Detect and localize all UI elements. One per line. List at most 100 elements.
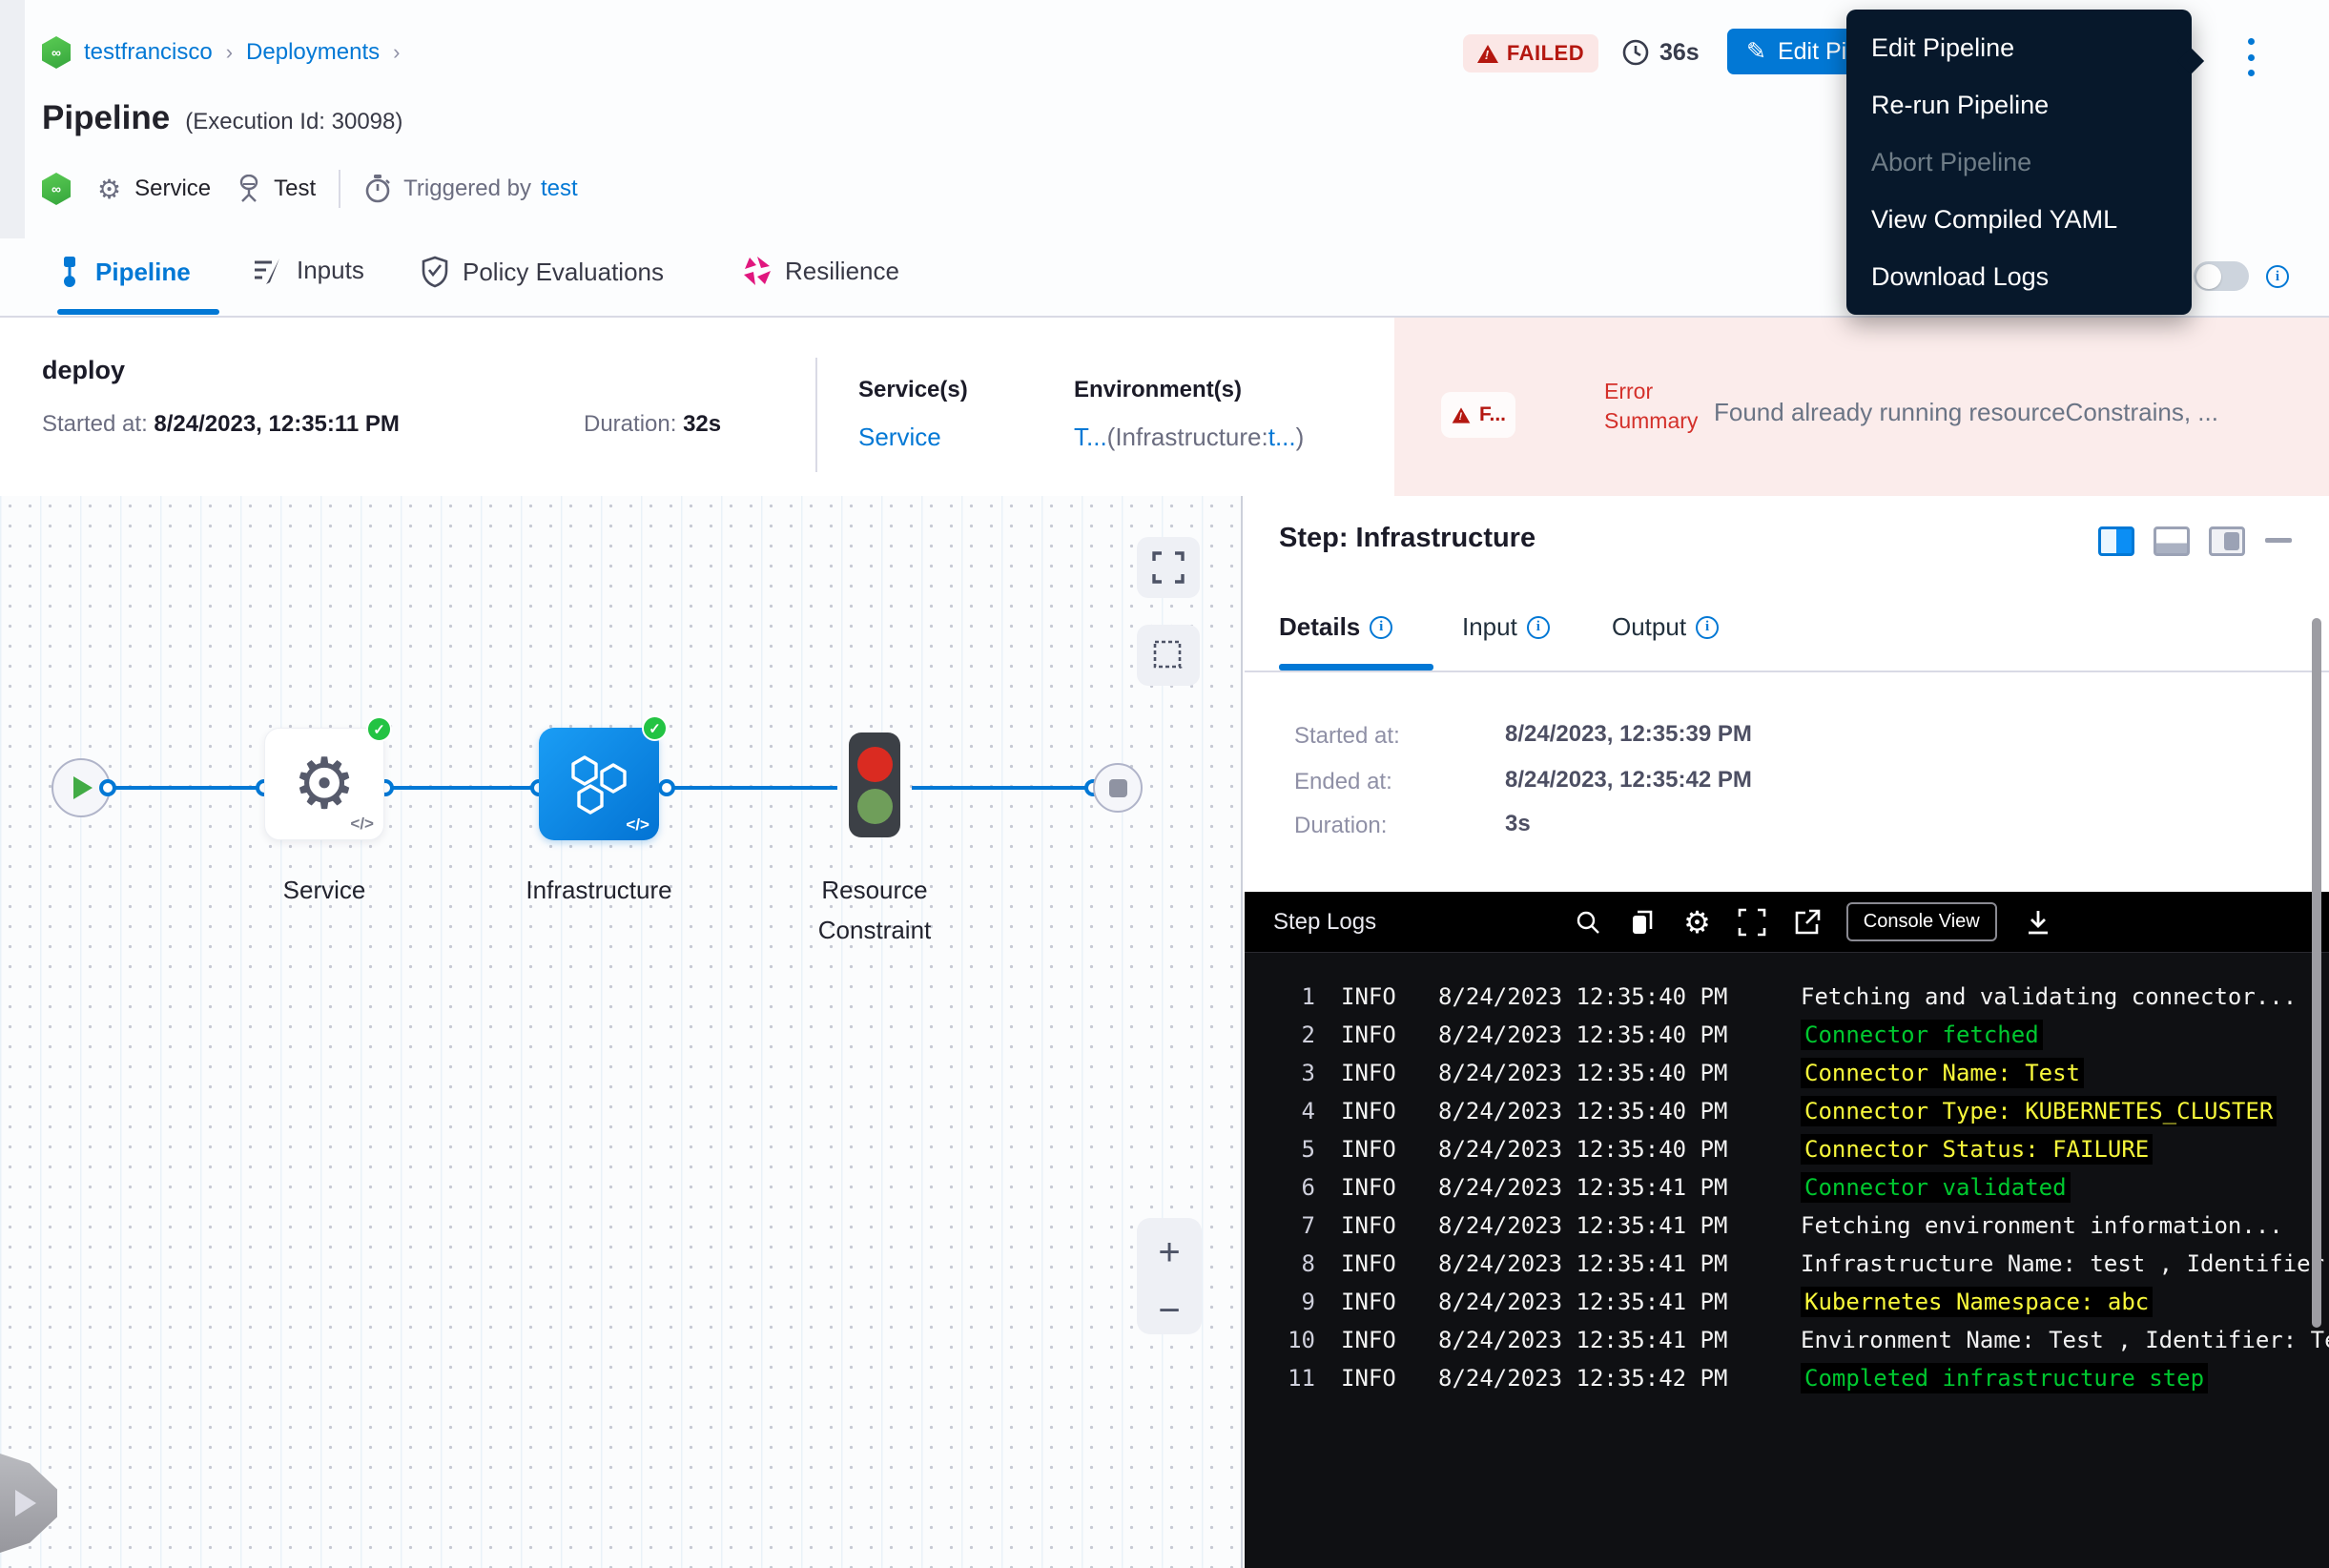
play-icon xyxy=(73,776,93,799)
menu-item-view-compiled-yaml[interactable]: View Compiled YAML xyxy=(1846,191,2192,248)
log-level: INFO xyxy=(1341,1098,1404,1124)
environment-infix: (Infrastructure: xyxy=(1107,423,1268,451)
log-message: Environment Name: Test , Identifier: Te xyxy=(1801,1327,2329,1353)
test-name[interactable]: Test xyxy=(274,175,316,202)
info-icon[interactable]: i xyxy=(1370,616,1392,639)
log-message: Connector validated xyxy=(1801,1172,2071,1203)
log-line: 4INFO8/24/2023 12:35:40 PMConnector Type… xyxy=(1245,1092,2329,1130)
minimize-panel-button[interactable] xyxy=(2265,538,2292,543)
log-line: 5INFO8/24/2023 12:35:40 PMConnector Stat… xyxy=(1245,1130,2329,1168)
tab-output-label: Output xyxy=(1612,612,1686,642)
log-fullscreen-button[interactable] xyxy=(1738,908,1766,937)
edge-service-infra xyxy=(385,786,539,790)
service-name[interactable]: Service xyxy=(134,175,211,202)
stop-icon xyxy=(1109,779,1127,797)
tab-pipeline[interactable]: Pipeline xyxy=(57,256,191,288)
tab-inputs-label: Inputs xyxy=(297,256,364,285)
step-logs-header: Step Logs ⚙ Console View xyxy=(1245,892,2329,953)
log-line: 3INFO8/24/2023 12:35:40 PMConnector Name… xyxy=(1245,1054,2329,1092)
step-panel-title: Step: Infrastructure xyxy=(1279,523,1535,554)
hexagons-icon xyxy=(562,750,636,818)
breadcrumb-deployments-link[interactable]: Deployments xyxy=(246,39,380,66)
canvas-fullscreen-button[interactable] xyxy=(1137,537,1200,598)
gear-icon: ⚙ xyxy=(293,749,356,819)
debug-mode-toggle[interactable] xyxy=(2194,261,2249,291)
tab-inputs[interactable]: Inputs xyxy=(253,256,364,285)
resource-constraint-node[interactable] xyxy=(849,732,900,837)
service-step-node[interactable]: ⚙ </> ✓ xyxy=(264,728,384,840)
log-timestamp: 8/24/2023 12:35:40 PM xyxy=(1438,983,1734,1010)
started-at-value: 8/24/2023, 12:35:39 PM xyxy=(1505,721,1752,748)
step-logs-console[interactable]: 1INFO8/24/2023 12:35:40 PMFetching and v… xyxy=(1245,953,2329,1568)
breadcrumb: ∞ testfrancisco › Deployments › xyxy=(42,36,400,69)
elapsed-time-value: 36s xyxy=(1659,39,1700,67)
triggered-by-user-link[interactable]: test xyxy=(541,175,578,202)
info-icon[interactable]: i xyxy=(1527,616,1550,639)
error-summary-label: Error Summary xyxy=(1604,377,1709,436)
log-line-number: 5 xyxy=(1245,1136,1315,1163)
success-check-badge: ✓ xyxy=(366,716,392,742)
service-link[interactable]: Service xyxy=(858,423,941,452)
canvas-select-region-button[interactable] xyxy=(1137,625,1200,686)
infrastructure-step-node[interactable]: </> ✓ xyxy=(539,728,659,840)
log-level: INFO xyxy=(1341,1289,1404,1315)
harness-module-icon: ∞ xyxy=(42,173,71,205)
tab-details[interactable]: Details i xyxy=(1279,612,1392,642)
tab-resilience[interactable]: Resilience xyxy=(743,256,899,286)
pipeline-graph-canvas[interactable]: ⚙ </> ✓ </> ✓ Service Infrastructure Res… xyxy=(0,496,1243,1568)
menu-item-edit-pipeline[interactable]: Edit Pipeline xyxy=(1846,19,2192,76)
green-light-icon xyxy=(857,789,893,824)
log-timestamp: 8/24/2023 12:35:41 PM xyxy=(1438,1289,1734,1315)
layout-floating-button[interactable] xyxy=(2209,526,2245,556)
breadcrumb-account-link[interactable]: testfrancisco xyxy=(84,39,213,66)
panel-scrollbar[interactable] xyxy=(2312,618,2321,1328)
info-icon[interactable]: i xyxy=(2266,265,2289,288)
pipeline-end-node[interactable] xyxy=(1093,763,1143,813)
info-icon[interactable]: i xyxy=(1696,616,1719,639)
environment-value: T...(Infrastructure:t...) xyxy=(1074,423,1304,452)
tab-policy-evaluations-label: Policy Evaluations xyxy=(463,258,664,287)
gear-icon: ⚙ xyxy=(97,174,121,205)
error-summary-text: Found already running resourceConstrains… xyxy=(1714,398,2296,427)
console-view-button[interactable]: Console View xyxy=(1846,902,1997,941)
log-timestamp: 8/24/2023 12:35:42 PM xyxy=(1438,1365,1734,1392)
menu-item-rerun-pipeline[interactable]: Re-run Pipeline xyxy=(1846,76,2192,134)
log-open-external-button[interactable] xyxy=(1793,908,1822,937)
log-download-button[interactable] xyxy=(2024,908,2052,937)
error-summary-band: F... Error Summary Found already running… xyxy=(1394,318,2329,496)
menu-item-download-logs[interactable]: Download Logs xyxy=(1846,248,2192,305)
edge-resource-end xyxy=(912,786,1093,790)
duration-value: 3s xyxy=(1505,811,1531,837)
log-level: INFO xyxy=(1341,1174,1404,1201)
tab-resilience-label: Resilience xyxy=(785,257,899,286)
stage-started-label: Started at: xyxy=(42,411,148,437)
infrastructure-link[interactable]: t... xyxy=(1268,423,1296,451)
status-badge-label: FAILED xyxy=(1507,41,1584,66)
layout-bottom-split-button[interactable] xyxy=(2154,526,2190,556)
log-message: Kubernetes Namespace: abc xyxy=(1801,1287,2153,1317)
canvas-zoom-controls: + − xyxy=(1137,1218,1202,1334)
tab-details-label: Details xyxy=(1279,612,1360,642)
tab-output[interactable]: Output i xyxy=(1612,612,1719,642)
success-check-badge: ✓ xyxy=(642,715,668,741)
page-title: Pipeline xyxy=(42,99,170,137)
layout-right-split-button[interactable] xyxy=(2098,526,2134,556)
environment-link[interactable]: T... xyxy=(1074,423,1107,451)
log-line-number: 2 xyxy=(1245,1021,1315,1048)
log-search-button[interactable] xyxy=(1575,909,1601,936)
tab-policy-evaluations[interactable]: Policy Evaluations xyxy=(421,256,664,288)
more-options-kebab-menu[interactable] xyxy=(2241,38,2260,76)
zoom-in-button[interactable]: + xyxy=(1158,1235,1180,1269)
log-line: 11INFO8/24/2023 12:35:42 PMCompleted inf… xyxy=(1245,1359,2329,1397)
clock-icon xyxy=(1621,38,1650,67)
pencil-icon: ✎ xyxy=(1746,37,1766,66)
zoom-out-button[interactable]: − xyxy=(1158,1303,1180,1318)
log-copy-button[interactable] xyxy=(1628,907,1657,938)
tab-input[interactable]: Input i xyxy=(1462,612,1550,642)
red-light-icon xyxy=(857,747,893,782)
expand-left-panel-handle[interactable] xyxy=(0,1454,57,1553)
log-level: INFO xyxy=(1341,1060,1404,1086)
ended-at-label: Ended at: xyxy=(1294,769,1392,795)
log-settings-gear-icon[interactable]: ⚙ xyxy=(1683,904,1711,940)
harness-module-icon: ∞ xyxy=(42,36,71,69)
